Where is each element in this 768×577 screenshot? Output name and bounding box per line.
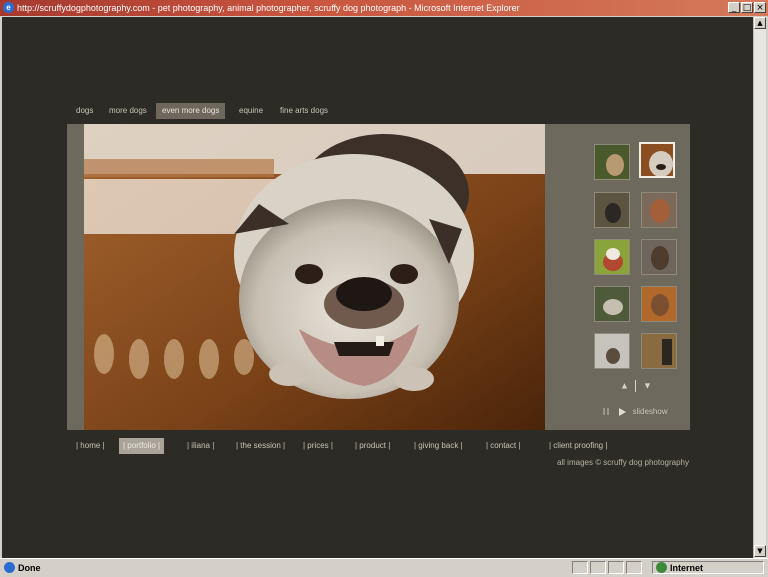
nav-the-session[interactable]: | the session | [232,438,289,454]
vertical-scrollbar[interactable]: ▲ ▼ [753,17,766,558]
internet-explorer-icon: e [3,2,14,13]
thumbnail-up-arrow-icon[interactable]: ▲ [620,380,629,390]
category-even-more-dogs[interactable]: even more dogs [156,103,226,119]
window-title-bar: e http://scruffydogphotography.com - pet… [0,0,768,16]
status-pane-4 [626,561,642,574]
status-bar: Done Internet [0,558,768,577]
bulldog-photo [84,124,545,430]
status-text: Done [18,563,41,573]
maximize-button[interactable]: □ [741,2,753,13]
pager-divider [635,380,637,392]
thumbnail-2-selected[interactable] [639,142,675,178]
main-photo [84,124,545,430]
close-button[interactable]: × [754,2,766,13]
nav-product[interactable]: | product | [351,438,394,454]
play-icon[interactable] [619,407,627,416]
scroll-down-icon[interactable]: ▼ [754,545,766,557]
thumbnail-5[interactable] [594,239,630,275]
thumbnail-6[interactable] [641,239,677,275]
zone-pane [652,561,764,574]
security-zone-label: Internet [670,563,704,573]
slideshow-label[interactable]: slideshow [632,407,667,416]
internet-zone-icon [656,562,667,573]
category-dogs[interactable]: dogs [70,103,99,119]
slideshow-control: slideshow [603,407,668,419]
nav-portfolio[interactable]: | portfolio | [119,438,165,454]
thumbnail-7[interactable] [594,286,630,322]
nav-prices[interactable]: | prices | [299,438,337,454]
thumbnail-4[interactable] [641,192,677,228]
nav-contact[interactable]: | contact | [482,438,524,454]
thumbnail-down-arrow-icon[interactable]: ▼ [643,380,652,390]
thumbnail-10[interactable] [641,333,677,369]
thumbnail-8[interactable] [641,286,677,322]
nav-client-proofing[interactable]: | client proofing | [545,438,611,454]
minimize-button[interactable]: _ [728,2,740,13]
scroll-up-icon[interactable]: ▲ [754,17,766,29]
category-fine-arts-dogs[interactable]: fine arts dogs [274,103,334,119]
nav-giving-back[interactable]: | giving back | [410,438,467,454]
page-done-icon [4,562,15,573]
thumbnail-1[interactable] [594,144,630,180]
status-pane-1 [572,561,588,574]
pause-icon[interactable] [603,408,609,416]
nav-iliana[interactable]: | iliana | [183,438,218,454]
nav-home[interactable]: | home | [72,438,109,454]
category-more-dogs[interactable]: more dogs [103,103,153,119]
thumbnail-9[interactable] [594,333,630,369]
copyright-credit: all images © scruffy dog photography [556,458,689,467]
thumbnail-pager: ▲ ▼ [620,380,652,392]
thumbnail-3[interactable] [594,192,630,228]
status-pane-2 [590,561,606,574]
window-title: http://scruffydogphotography.com - pet p… [17,3,520,13]
status-pane-3 [608,561,624,574]
category-equine[interactable]: equine [233,103,269,119]
